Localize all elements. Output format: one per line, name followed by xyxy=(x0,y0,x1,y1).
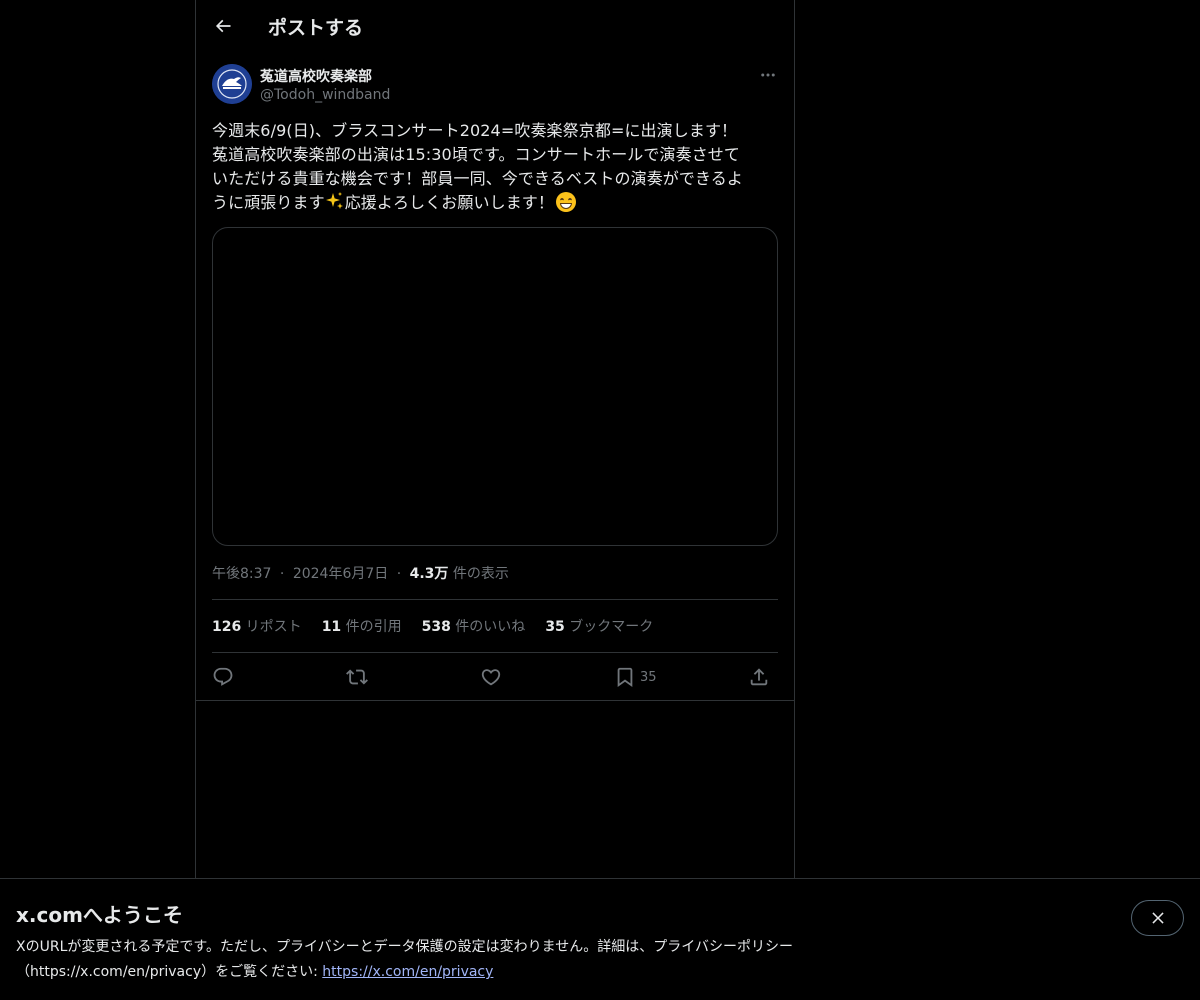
banner-title: x.comへようこそ xyxy=(16,903,183,927)
stat-value: 538 xyxy=(421,619,451,635)
divider xyxy=(196,700,794,701)
repost-icon xyxy=(346,669,368,685)
bookmark-button[interactable]: 35 xyxy=(614,664,657,690)
stat-reposts[interactable]: 126 リポスト xyxy=(212,616,302,636)
top-bar: ポストする xyxy=(196,0,794,53)
main-column: ポストする 菟道高校吹奏楽部 @Todoh_windband 今週末6/9(日)… xyxy=(195,0,795,1000)
stat-label: 件のいいね xyxy=(450,619,526,635)
stat-quotes[interactable]: 11 件の引用 xyxy=(322,616,402,636)
author-name[interactable]: 菟道高校吹奏楽部 xyxy=(260,66,372,86)
privacy-link[interactable]: https://x.com/en/privacy xyxy=(322,964,493,980)
tweet-line: 菟道高校吹奏楽部の出演は15:30頃です。コンサートホールで演奏させて xyxy=(212,145,741,164)
repost-button[interactable] xyxy=(346,664,368,690)
action-bar: 35 xyxy=(212,664,778,690)
tweet-date[interactable]: 2024年6月7日 xyxy=(293,566,388,582)
meta-separator: · xyxy=(279,566,285,582)
tweet-time[interactable]: 午後8:37 xyxy=(212,566,271,582)
divider xyxy=(212,599,778,600)
welcome-banner: x.comへようこそ XのURLが変更される予定です。ただし、プライバシーとデー… xyxy=(0,878,1200,1000)
stat-value: 11 xyxy=(321,619,342,635)
stat-label: 件の引用 xyxy=(341,619,402,635)
bookmark-icon xyxy=(617,667,633,688)
view-count: 4.3万 xyxy=(409,566,449,582)
more-icon xyxy=(761,73,775,77)
tweet-line-part: 応援よろしくお願いします！ xyxy=(344,193,555,212)
meta-separator: · xyxy=(396,566,402,582)
like-icon xyxy=(481,669,501,686)
page-title: ポストする xyxy=(268,17,364,39)
more-button[interactable] xyxy=(756,64,780,86)
grinning-face-icon xyxy=(556,192,577,212)
close-button[interactable] xyxy=(1131,900,1184,936)
tweet-line-part: うに頑張ります xyxy=(212,193,325,212)
avatar-logo-icon xyxy=(212,64,252,104)
stat-label: リポスト xyxy=(241,619,302,635)
tweet-line: 今週末6/9(日)、ブラスコンサート2024=吹奏楽祭京都=に出演します！ xyxy=(212,121,738,140)
stat-label: ブックマーク xyxy=(564,619,654,635)
author-handle[interactable]: @Todoh_windband xyxy=(260,87,390,103)
engagement-stats: 126 リポスト 11 件の引用 538 件のいいね 35 ブックマーク xyxy=(212,616,653,636)
close-icon xyxy=(1151,912,1164,924)
tweet-author: 菟道高校吹奏楽部 @Todoh_windband xyxy=(212,64,780,108)
reply-button[interactable] xyxy=(212,664,234,690)
stat-value: 126 xyxy=(212,619,242,635)
back-button[interactable] xyxy=(206,9,240,43)
like-button[interactable] xyxy=(480,664,502,690)
banner-text: XのURLが変更される予定です。ただし、プライバシーとデータ保護の設定は変わりま… xyxy=(16,935,876,985)
stat-likes[interactable]: 538 件のいいね xyxy=(422,616,526,636)
tweet-text: 今週末6/9(日)、ブラスコンサート2024=吹奏楽祭京都=に出演します！ 菟道… xyxy=(212,119,780,215)
stat-value: 35 xyxy=(545,619,565,635)
stat-bookmarks[interactable]: 35 ブックマーク xyxy=(545,616,653,636)
media-video[interactable] xyxy=(212,227,778,546)
bookmark-count: 35 xyxy=(640,669,657,685)
reply-icon xyxy=(213,667,233,686)
avatar[interactable] xyxy=(212,64,252,104)
share-icon xyxy=(750,668,768,686)
tweet-line: うに頑張ります 応援よろしくお願いします！ xyxy=(212,191,780,215)
divider xyxy=(212,652,778,653)
view-label: 件の表示 xyxy=(448,566,509,582)
back-arrow-icon xyxy=(215,19,231,33)
share-button[interactable] xyxy=(748,664,770,690)
tweet-line: いただける貴重な機会です！部員一同、今できるベストの演奏ができるよ xyxy=(212,169,743,188)
tweet-meta: 午後8:37 · 2024年6月7日 · 4.3万 件の表示 xyxy=(212,563,509,583)
sparkles-icon xyxy=(325,192,343,209)
